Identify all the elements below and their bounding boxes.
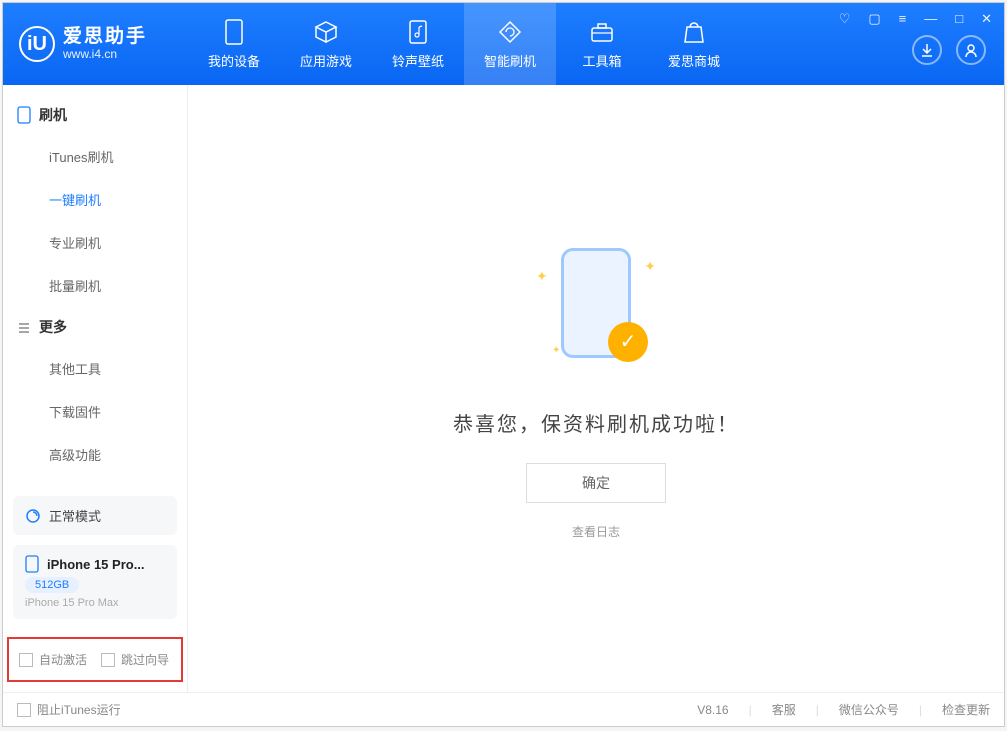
sparkle-icon: ✦: [644, 258, 656, 275]
sidebar-item-other-tools[interactable]: 其他工具: [3, 347, 187, 390]
app-header: iU 爱思助手 www.i4.cn 我的设备 应用游戏 铃声壁纸 智能刷机: [3, 3, 1004, 85]
mode-icon: [25, 508, 41, 524]
sidebar-item-itunes-flash[interactable]: iTunes刷机: [3, 135, 187, 178]
nav-store[interactable]: 爱思商城: [648, 3, 740, 85]
divider: |: [749, 703, 752, 717]
device-mode-box[interactable]: 正常模式: [13, 496, 177, 535]
app-title: 爱思助手: [63, 27, 147, 48]
phone-icon: [221, 19, 247, 45]
checkbox-icon: [17, 703, 31, 717]
checkbox-label: 自动激活: [39, 651, 87, 668]
main-content: ✦ ✦ ✦ ✓ 恭喜您，保资料刷机成功啦！ 确定 查看日志: [188, 85, 1004, 692]
cube-icon: [313, 19, 339, 45]
checkbox-block-itunes[interactable]: 阻止iTunes运行: [17, 701, 121, 718]
feedback-icon[interactable]: ♡: [835, 9, 855, 29]
group-title-label: 更多: [39, 317, 67, 337]
menu-icon[interactable]: ≡: [895, 9, 911, 29]
check-update-link[interactable]: 检查更新: [942, 701, 990, 718]
sidebar-item-advanced[interactable]: 高级功能: [3, 433, 187, 476]
version-label: V8.16: [697, 703, 728, 717]
sidebar-item-batch-flash[interactable]: 批量刷机: [3, 264, 187, 307]
more-icon: [17, 320, 31, 334]
toolbox-icon: [589, 19, 615, 45]
wechat-link[interactable]: 微信公众号: [839, 701, 899, 718]
checkbox-icon: [19, 653, 33, 667]
sidebar-item-download-firmware[interactable]: 下载固件: [3, 390, 187, 433]
music-icon: [405, 19, 431, 45]
storage-badge: 512GB: [25, 577, 79, 593]
device-icon: [25, 555, 39, 573]
group-title-label: 刷机: [39, 105, 67, 125]
logo-area: iU 爱思助手 www.i4.cn: [3, 3, 188, 85]
sparkle-icon: ✦: [552, 345, 560, 356]
nav-label: 应用游戏: [300, 51, 352, 70]
download-icon[interactable]: [912, 35, 942, 65]
sidebar: 刷机 iTunes刷机 一键刷机 专业刷机 批量刷机 更多 其他工具 下载固件 …: [3, 85, 188, 692]
checkbox-icon: [101, 653, 115, 667]
user-icon[interactable]: [956, 35, 986, 65]
divider: |: [919, 703, 922, 717]
success-message: 恭喜您，保资料刷机成功啦！: [453, 408, 739, 437]
sidebar-group-more: 更多: [3, 307, 187, 347]
checkbox-skip-wizard[interactable]: 跳过向导: [101, 651, 169, 668]
success-check-icon: ✓: [608, 322, 648, 362]
footer-bar: 阻止iTunes运行 V8.16 | 客服 | 微信公众号 | 检查更新: [3, 692, 1004, 726]
sparkle-icon: ✦: [536, 268, 548, 285]
minimize-icon[interactable]: —: [920, 9, 941, 29]
checkbox-label: 阻止iTunes运行: [37, 701, 121, 718]
sidebar-item-oneclick-flash[interactable]: 一键刷机: [3, 178, 187, 221]
sidebar-group-flash: 刷机: [3, 95, 187, 135]
activation-options-box: 自动激活 跳过向导: [7, 637, 183, 682]
header-action-icons: [912, 35, 986, 65]
ok-button[interactable]: 确定: [526, 463, 666, 503]
checkbox-label: 跳过向导: [121, 651, 169, 668]
refresh-icon: [497, 19, 523, 45]
divider: |: [816, 703, 819, 717]
nav-toolbox[interactable]: 工具箱: [556, 3, 648, 85]
nav-label: 铃声壁纸: [392, 51, 444, 70]
checkbox-auto-activate[interactable]: 自动激活: [19, 651, 87, 668]
nav-label: 智能刷机: [484, 51, 536, 70]
bag-icon: [681, 19, 707, 45]
device-mode-label: 正常模式: [49, 506, 101, 525]
support-link[interactable]: 客服: [772, 701, 796, 718]
nav-my-device[interactable]: 我的设备: [188, 3, 280, 85]
window-controls: ♡ ▢ ≡ — □ ✕: [835, 9, 996, 29]
view-log-link[interactable]: 查看日志: [572, 523, 620, 540]
maximize-icon[interactable]: □: [951, 9, 967, 29]
nav-apps[interactable]: 应用游戏: [280, 3, 372, 85]
device-name: iPhone 15 Pro...: [47, 557, 145, 572]
close-icon[interactable]: ✕: [977, 9, 996, 29]
phone-window-icon[interactable]: ▢: [864, 9, 884, 29]
nav-label: 爱思商城: [668, 51, 720, 70]
device-info-box[interactable]: iPhone 15 Pro... 512GB iPhone 15 Pro Max: [13, 545, 177, 619]
nav-ringtones[interactable]: 铃声壁纸: [372, 3, 464, 85]
nav-label: 工具箱: [582, 51, 621, 70]
device-full-name: iPhone 15 Pro Max: [25, 597, 165, 609]
app-url: www.i4.cn: [63, 48, 147, 61]
nav-flash[interactable]: 智能刷机: [464, 3, 556, 85]
success-illustration: ✦ ✦ ✦ ✓: [526, 238, 666, 378]
sidebar-item-pro-flash[interactable]: 专业刷机: [3, 221, 187, 264]
device-icon: [17, 106, 31, 124]
nav-label: 我的设备: [208, 51, 260, 70]
app-logo-icon: iU: [19, 26, 55, 62]
